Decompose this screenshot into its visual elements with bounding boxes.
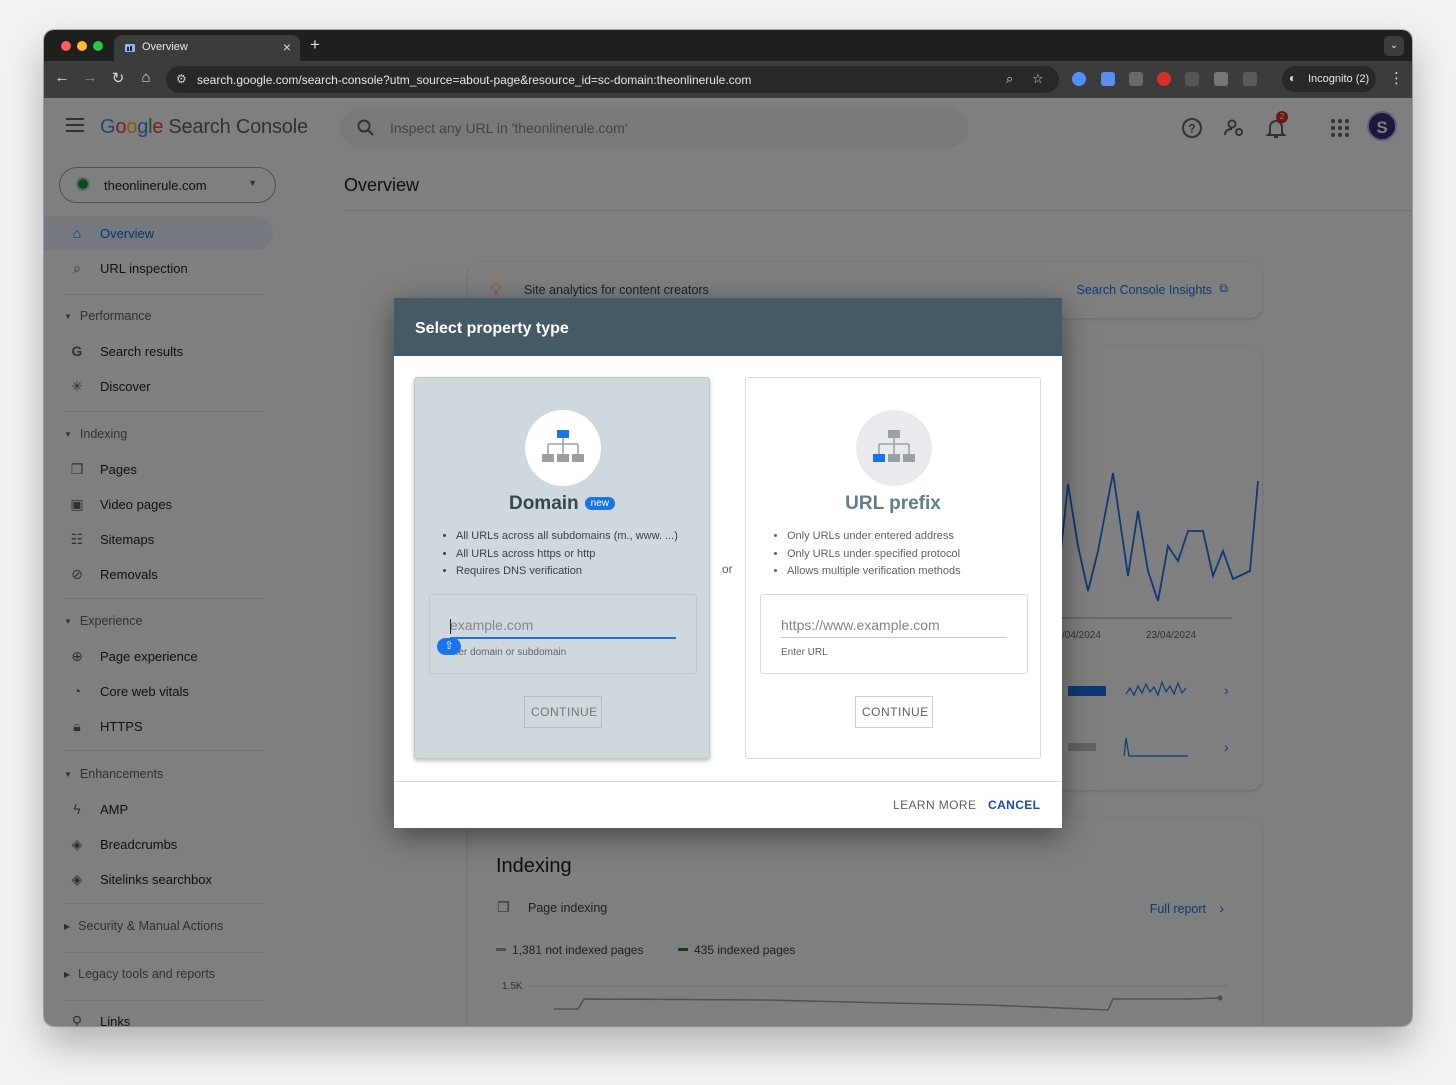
list-item: All URLs across all subdomains (m., www.… [456,528,678,546]
incognito-label: Incognito (2) [1308,73,1370,85]
extension-4-icon[interactable] [1157,72,1171,86]
select-property-type-dialog: Select property type Domain new • All UR… [394,298,1062,828]
extensions-puzzle-icon[interactable] [1243,72,1257,86]
url-input-container: https://www.example.com Enter URL [760,594,1028,674]
dialog-header: Select property type [394,298,1062,356]
extension-2-icon[interactable] [1101,72,1115,86]
address-bar[interactable]: ⚙ search.google.com/search-console?utm_s… [166,66,1059,93]
tab-strip: Overview × + ⌄ [44,30,1412,61]
reload-icon[interactable]: ↻ [108,69,128,87]
close-tab-icon[interactable]: × [283,39,291,55]
bookmark-star-icon[interactable]: ☆ [1032,71,1044,87]
search-console-page: GoogleSearch Console Inspect any URL in … [44,98,1412,1026]
site-info-icon[interactable]: ⚙ [176,72,187,86]
search-console-favicon-icon [125,44,135,52]
maximize-window-button[interactable] [93,41,103,51]
domain-input-hint: nter domain or subdomain [450,647,567,658]
minimize-window-button[interactable] [77,41,87,51]
new-tab-button[interactable]: + [310,35,320,55]
url-input-hint: Enter URL [781,647,828,658]
new-badge: new [584,497,616,510]
zoom-icon[interactable]: ⌕ [1006,71,1013,87]
dialog-title: Select property type [415,320,569,337]
tab-search-button[interactable]: ⌄ [1384,36,1404,56]
browser-menu-icon[interactable]: ⋮ [1389,69,1404,87]
domain-input[interactable]: example.com [450,617,676,639]
url-prefix-continue-button[interactable]: CONTINUE [855,696,933,728]
domain-icon-circle [525,410,601,486]
url-input[interactable]: https://www.example.com [781,617,1007,638]
incognito-icon: ◐ [1289,71,1297,85]
browser-window: Overview × + ⌄ ← → ↻ ⌂ ⚙ search.google.c… [44,30,1412,1026]
list-item: All URLs across https or http [456,546,678,564]
color-picker-extension-icon[interactable] [1185,72,1199,86]
camera-extension-icon[interactable] [1214,72,1228,86]
domain-heading: Domain new [415,493,709,515]
extension-1-icon[interactable] [1072,72,1086,86]
home-browser-icon[interactable]: ⌂ [136,69,156,86]
url-prefix-icon-circle [856,410,932,486]
domain-option-card[interactable]: Domain new All URLs across all subdomains… [414,377,710,759]
domain-input-container: example.com nter domain or subdomain ⇧ [429,594,697,674]
domain-features-list: All URLs across all subdomains (m., www.… [441,528,678,581]
url-input-placeholder: https://www.example.com [781,617,940,633]
list-item: Requires DNS verification [456,563,678,581]
list-item: Only URLs under entered address [787,528,961,546]
extension-3-icon[interactable] [1129,72,1143,86]
url-prefix-heading: URL prefix [845,493,941,514]
dialog-footer-divider [394,781,1062,782]
address-url: search.google.com/search-console?utm_sou… [197,73,752,87]
browser-toolbar: ← → ↻ ⌂ ⚙ search.google.com/search-conso… [44,61,1412,98]
list-item: Only URLs under specified protocol [787,546,961,564]
url-prefix-option-card[interactable]: URL prefix Only URLs under entered addre… [745,377,1041,759]
back-icon[interactable]: ← [52,69,72,86]
domain-heading-text: Domain [508,493,579,514]
incognito-indicator[interactable]: ◐ Incognito (2) [1282,66,1376,92]
list-item: Allows multiple verification methods [787,563,961,581]
cancel-button[interactable]: CANCEL [988,798,1040,812]
domain-input-placeholder: example.com [450,617,534,633]
domain-hierarchy-icon [542,430,584,462]
browser-tab[interactable]: Overview × [114,35,300,61]
tab-title: Overview [142,41,188,53]
text-cursor [450,619,451,634]
url-prefix-features-list: Only URLs under entered address Only URL… [772,528,961,581]
learn-more-button[interactable]: LEARN MORE [893,798,976,812]
or-separator: or [722,562,733,576]
domain-continue-button[interactable]: CONTINUE [524,696,602,728]
forward-icon[interactable]: → [80,69,100,86]
url-prefix-hierarchy-icon [873,430,915,462]
close-window-button[interactable] [61,41,71,51]
autofill-key-icon[interactable]: ⇧ [437,638,461,655]
